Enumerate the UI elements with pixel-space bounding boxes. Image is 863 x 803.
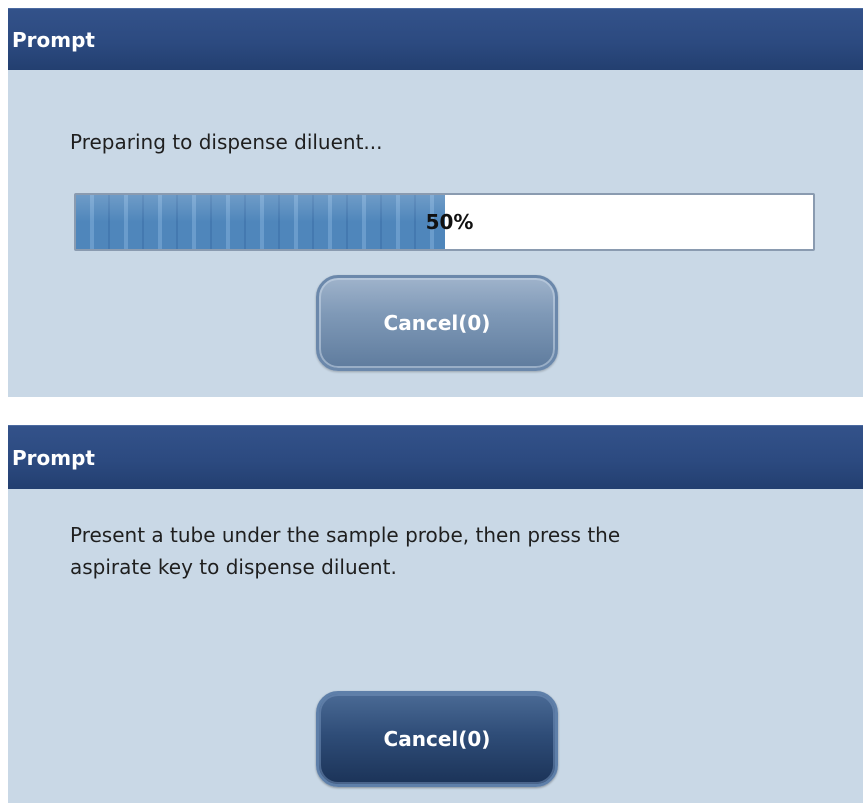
progress-bar: 50% — [74, 193, 815, 251]
dialog-message: Present a tube under the sample probe, t… — [70, 523, 621, 579]
cancel-button[interactable]: Cancel(0) — [316, 691, 558, 787]
cancel-button[interactable]: Cancel(0) — [316, 275, 558, 371]
prompt-dialog-progress: Prompt Preparing to dispense diluent... … — [8, 8, 863, 397]
dialog-title: Prompt — [8, 8, 863, 70]
progress-percent-label: 50% — [425, 210, 474, 234]
prompt-dialog-aspirate: Prompt Present a tube under the sample p… — [8, 425, 863, 803]
dialog-title: Prompt — [8, 425, 863, 489]
dialog-message: Preparing to dispense diluent... — [70, 130, 383, 154]
